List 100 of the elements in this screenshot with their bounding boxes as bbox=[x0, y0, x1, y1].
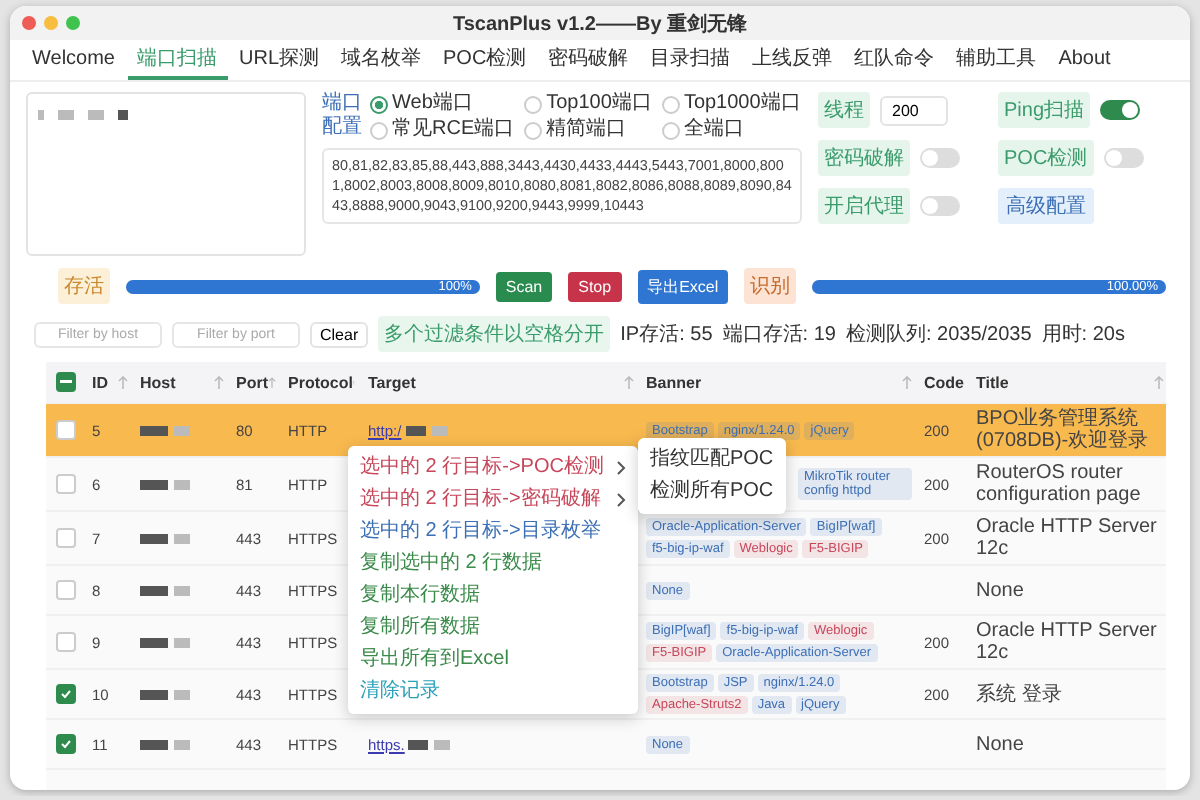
column-header[interactable]: Host bbox=[140, 373, 176, 391]
radio-label[interactable]: 精简端口 bbox=[546, 118, 627, 142]
status-label: 识别 bbox=[744, 268, 797, 304]
menu-item[interactable]: 选中的 2 行目标->POC检测 bbox=[348, 452, 638, 484]
radio-button[interactable] bbox=[370, 95, 388, 113]
redacted-mark bbox=[140, 690, 168, 700]
sort-arrow-icon[interactable] bbox=[214, 375, 224, 389]
sort-arrow-icon[interactable] bbox=[624, 375, 634, 389]
scan-stat: 用时: 20s bbox=[1041, 321, 1125, 348]
tab[interactable]: 上线反弹 bbox=[742, 40, 843, 80]
column-header[interactable]: ID bbox=[92, 373, 108, 391]
tab[interactable]: 密码破解 bbox=[538, 40, 639, 80]
menu-item[interactable]: 复制选中的 2 行数据 bbox=[348, 548, 638, 580]
radio-label[interactable]: Web端口 bbox=[392, 92, 473, 116]
redacted-mark bbox=[174, 586, 190, 596]
filter-hint: 多个过滤条件以空格分开 bbox=[378, 316, 611, 352]
menu-item[interactable]: 检测所有POC bbox=[637, 476, 786, 508]
radio-button[interactable] bbox=[661, 121, 680, 139]
column-header[interactable]: Banner bbox=[646, 373, 702, 391]
scan-stat: 端口存活: 19 bbox=[722, 321, 836, 348]
redacted-mark bbox=[140, 586, 168, 596]
tab[interactable]: 目录扫描 bbox=[640, 40, 741, 80]
radio-button[interactable] bbox=[661, 95, 680, 113]
menu-item[interactable]: 选中的 2 行目标->目录枚举 bbox=[348, 516, 638, 548]
toggle-switch[interactable] bbox=[920, 196, 960, 216]
action-button[interactable]: 导出Excel bbox=[637, 269, 729, 303]
column-header[interactable]: Title bbox=[976, 373, 1009, 391]
menu-item[interactable]: 导出所有到Excel bbox=[348, 644, 638, 676]
scan-stat: 检测队列: 2035/2035 bbox=[845, 321, 1032, 348]
title-cell-text: Oracle HTTP Server 12c bbox=[974, 620, 1159, 664]
title-cell-text: BPO业务管理系统(0708DB)-欢迎登录 bbox=[974, 408, 1151, 452]
menu-item[interactable]: 选中的 2 行目标->密码破解 bbox=[348, 484, 638, 516]
radio-label[interactable]: Top100端口 bbox=[546, 92, 652, 116]
tab[interactable]: URL探测 bbox=[229, 40, 330, 80]
redacted-mark bbox=[174, 740, 190, 750]
tab[interactable]: 域名枚举 bbox=[331, 40, 432, 80]
tab[interactable]: 辅助工具 bbox=[946, 40, 1047, 80]
toggle-switch[interactable] bbox=[920, 148, 960, 168]
row-checkbox[interactable] bbox=[56, 420, 76, 440]
port-config-label: 端口 bbox=[322, 92, 362, 115]
row-checkbox[interactable] bbox=[56, 528, 76, 548]
title-cell-text: None bbox=[974, 579, 1026, 601]
redacted-mark bbox=[140, 480, 168, 490]
tab[interactable]: Welcome bbox=[22, 40, 125, 80]
action-button[interactable]: Stop bbox=[568, 271, 622, 301]
radio-button[interactable] bbox=[524, 95, 543, 113]
row-checkbox[interactable] bbox=[56, 580, 76, 600]
radio-button[interactable] bbox=[524, 121, 543, 139]
column-header[interactable]: Protocol bbox=[288, 373, 353, 391]
menu-item[interactable]: 复制本行数据 bbox=[348, 580, 638, 612]
radio-label[interactable]: 常见RCE端口 bbox=[392, 118, 515, 142]
maximize-icon[interactable] bbox=[66, 16, 80, 30]
row-checkbox[interactable] bbox=[56, 474, 76, 494]
title-cell-text: Oracle HTTP Server 12c bbox=[974, 516, 1159, 560]
sort-arrow-icon[interactable] bbox=[902, 375, 912, 389]
tab[interactable]: POC检测 bbox=[433, 40, 537, 80]
redacted-mark bbox=[174, 534, 190, 544]
minimize-icon[interactable] bbox=[44, 16, 58, 30]
action-button[interactable]: Scan bbox=[495, 271, 553, 301]
advanced-config-button[interactable]: 高级配置 bbox=[998, 188, 1094, 224]
redacted-mark bbox=[174, 638, 190, 648]
radio-label[interactable]: 全端口 bbox=[683, 118, 744, 142]
status-label: 存活 bbox=[58, 268, 110, 304]
column-header[interactable]: Port bbox=[236, 373, 268, 391]
sort-arrow-icon[interactable] bbox=[118, 375, 128, 389]
redacted-mark bbox=[174, 426, 190, 436]
tab[interactable]: 端口扫描 bbox=[127, 40, 227, 80]
title-cell-text: 系统 登录 bbox=[974, 683, 1064, 705]
radio-button[interactable] bbox=[370, 121, 388, 139]
toggle-switch[interactable] bbox=[1103, 148, 1144, 168]
target-input-field[interactable] bbox=[26, 92, 306, 256]
title-cell-text: RouterOS router configuration page bbox=[974, 462, 1143, 506]
toggle-switch[interactable] bbox=[1100, 100, 1141, 120]
row-checkbox[interactable] bbox=[56, 684, 76, 704]
sort-arrow-icon[interactable] bbox=[1154, 375, 1164, 389]
redacted-mark bbox=[174, 690, 190, 700]
redacted-mark bbox=[140, 534, 168, 544]
radio-label[interactable]: Top1000端口 bbox=[683, 92, 801, 116]
close-icon[interactable] bbox=[22, 16, 36, 30]
redacted-mark bbox=[434, 740, 451, 750]
redacted-mark bbox=[140, 740, 168, 750]
column-header[interactable]: Code bbox=[924, 373, 964, 391]
column-header[interactable]: Target bbox=[368, 373, 416, 391]
threads-input-field[interactable]: 200 bbox=[880, 95, 948, 125]
redacted-mark bbox=[38, 110, 44, 120]
row-checkbox[interactable] bbox=[56, 734, 76, 754]
menu-item[interactable]: 指纹匹配POC bbox=[637, 444, 786, 476]
redacted-mark bbox=[431, 426, 448, 436]
redacted-mark bbox=[140, 426, 168, 436]
menu-item[interactable]: 复制所有数据 bbox=[348, 612, 638, 644]
tab[interactable]: About bbox=[1048, 40, 1121, 80]
clear-button[interactable]: Clear bbox=[310, 321, 369, 347]
tab[interactable]: 红队命令 bbox=[844, 40, 945, 80]
row-checkbox[interactable] bbox=[56, 632, 76, 652]
sort-arrow-icon[interactable] bbox=[268, 375, 276, 389]
check-icon bbox=[60, 738, 72, 750]
redacted-mark bbox=[174, 480, 190, 490]
redacted-mark bbox=[408, 740, 429, 750]
select-all-checkbox[interactable] bbox=[56, 372, 76, 392]
setting-label: 线程 bbox=[818, 92, 870, 128]
